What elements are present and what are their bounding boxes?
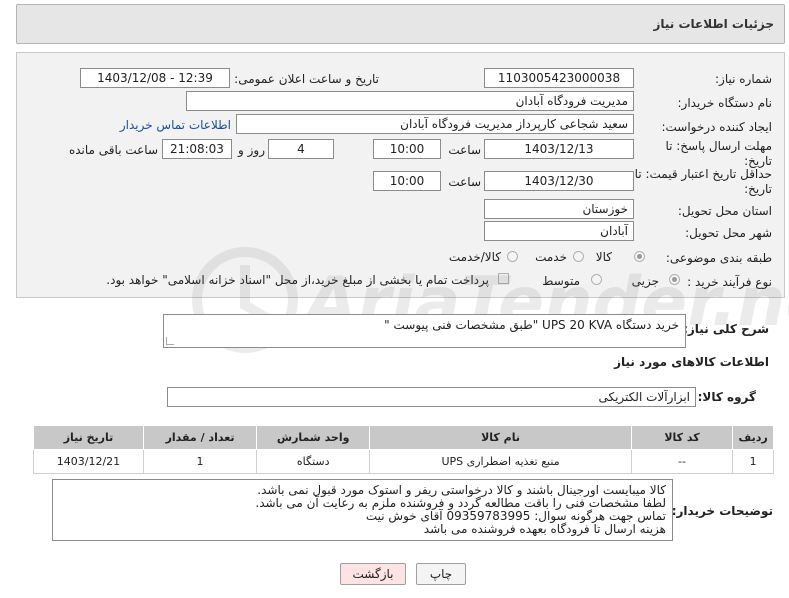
requester-field: سعید شجاعی کارپرداز مدیریت فرودگاه آبادا… [236,114,634,134]
process-radio-medium[interactable] [591,274,602,285]
day-and-label: روز و [238,143,265,157]
col-header-goods-name: نام کالا [369,425,632,450]
province-label: استان محل تحویل: [677,204,772,218]
cell-quantity: 1 [142,449,258,474]
category-radio-goods[interactable] [634,251,645,262]
category-radio-goods-service[interactable] [507,251,518,262]
general-desc-field: خرید دستگاه UPS 20 KVA "طبق مشخصات فنی پ… [163,314,686,348]
goods-table: ردیف کد کالا نام کالا واحد شمارش تعداد /… [33,425,774,474]
remaining-days-field: 4 [268,139,334,159]
buyer-notes-field: کالا میبایست اورجینال باشند و کالا درخوا… [52,479,673,541]
need-number-field: 1103005423000038 [484,68,634,88]
resize-grip-icon[interactable] [166,337,174,345]
validity-time-label: ساعت [448,175,481,189]
announce-datetime-field: 1403/12/08 - 12:39 [80,68,230,88]
city-field: آبادان [484,221,634,241]
treasury-payment-note: پرداخت تمام یا بخشی از مبلغ خرید،از محل … [106,273,489,287]
page-title: جزئیات اطلاعات نیاز [653,17,774,31]
validity-date-field: 1403/12/30 [484,171,634,191]
table-row: 1 -- منبع تغذیه اضطراری UPS دستگاه 1 140… [33,449,774,474]
category-option-service: خدمت [535,250,567,264]
col-header-row-number: ردیف [732,425,774,450]
process-radio-minor[interactable] [669,274,680,285]
validity-time-field: 10:00 [373,171,441,191]
reply-time-label: ساعت [448,143,481,157]
buyer-note-line: هزینه ارسال تا فرودگاه بعهده فروشنده می … [423,522,666,536]
reply-deadline-label: مهلت ارسال پاسخ: تا تاریخ: [665,139,772,168]
need-number-label: شماره نیاز: [715,72,772,86]
category-label: طبقه بندی موضوعی: [665,251,772,265]
table-header-row: ردیف کد کالا نام کالا واحد شمارش تعداد /… [33,425,774,450]
treasury-payment-checkbox[interactable] [498,273,509,284]
buyer-org-label: نام دستگاه خریدار: [677,96,773,110]
price-validity-label: حداقل تاریخ اعتبار قیمت: تا تاریخ: [634,167,772,196]
process-option-minor: جزیی [631,274,659,288]
cell-need-date: 1403/12/21 [33,449,144,474]
cell-goods-name: منبع تغذیه اضطراری UPS [369,449,632,474]
goods-group-label: گروه کالا: [697,390,756,404]
process-option-medium: متوسط [542,274,580,288]
general-desc-label: شرح کلی نیاز: [683,322,769,336]
remaining-time-field: 21:08:03 [162,139,232,159]
announce-datetime-label: تاریخ و ساعت اعلان عمومی: [234,72,379,86]
category-option-goods-service: کالا/خدمت [448,250,501,264]
col-header-unit: واحد شمارش [256,425,371,450]
print-button[interactable]: چاپ [416,563,466,585]
remaining-time-label: ساعت باقی مانده [68,143,158,157]
purchase-process-label: نوع فرآیند خرید : [687,275,772,289]
buyer-org-field: مدیریت فرودگاه آبادان [186,91,634,111]
reply-time-field: 10:00 [373,139,441,159]
col-header-goods-code: کد کالا [630,425,734,450]
category-option-goods: کالا [595,250,612,264]
cell-row-number: 1 [732,449,774,474]
category-radio-service[interactable] [573,251,584,262]
buyer-notes-label: توضیحات خریدار: [671,504,773,518]
col-header-need-date: تاریخ نیاز [33,425,144,450]
col-header-quantity: تعداد / مقدار [142,425,258,450]
cell-goods-code: -- [630,449,734,474]
goods-info-heading: اطلاعات کالاهای مورد نیاز [614,355,769,369]
province-field: خوزستان [484,199,634,219]
page-title-bar: جزئیات اطلاعات نیاز [16,4,785,44]
requester-label: ایجاد کننده درخواست: [661,120,772,134]
buyer-contact-link[interactable]: اطلاعات تماس خریدار [120,118,231,132]
city-label: شهر محل تحویل: [685,226,772,240]
return-button[interactable]: بازگشت [340,563,406,585]
reply-date-field: 1403/12/13 [484,139,634,159]
general-desc-text: خرید دستگاه UPS 20 KVA "طبق مشخصات فنی پ… [384,318,679,332]
cell-unit: دستگاه [256,449,371,474]
goods-group-field: ابزارآلات الکتریکی [167,387,696,407]
